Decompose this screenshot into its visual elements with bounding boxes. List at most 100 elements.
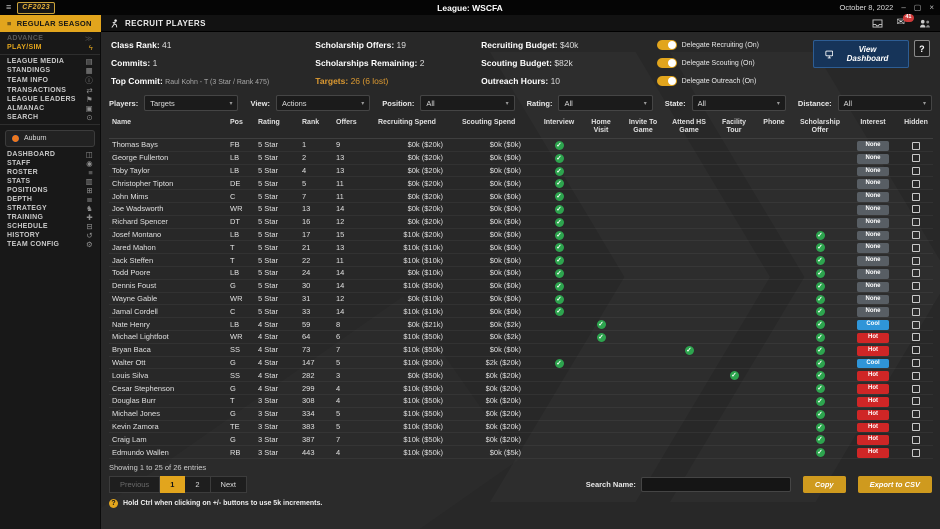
column-header-scholarship-offer[interactable]: Scholarship Offer <box>793 117 847 139</box>
hidden-checkbox[interactable] <box>912 333 920 341</box>
recruit-row[interactable]: Richard SpencerDT5 Star1612$0k ($20k)$0k… <box>109 215 933 228</box>
hidden-checkbox[interactable] <box>912 167 920 175</box>
help-button[interactable]: ? <box>914 40 930 57</box>
hidden-checkbox[interactable] <box>912 269 920 277</box>
column-header-name[interactable]: Name <box>109 117 227 139</box>
sidebar-item-training[interactable]: TRAINING✚ <box>0 213 100 222</box>
users-icon[interactable] <box>919 19 931 28</box>
column-header-recruiting-spend[interactable]: Recruiting Spend <box>375 117 459 139</box>
sidebar-item-stats[interactable]: STATS▥ <box>0 177 100 186</box>
recruit-row[interactable]: Joe WadsworthWR5 Star1314$0k ($20k)$0k (… <box>109 203 933 216</box>
column-header-phone[interactable]: Phone <box>755 117 793 139</box>
delegate-recruiting-on-toggle[interactable] <box>657 40 677 50</box>
sidebar-item-history[interactable]: HISTORY↺ <box>0 231 100 240</box>
recruit-row[interactable]: Dennis FoustG5 Star3014$10k ($50k)$0k ($… <box>109 279 933 292</box>
recruit-row[interactable]: Nate HenryLB4 Star598$0k ($21k)$0k ($2k)… <box>109 318 933 331</box>
sidebar-item-league-leaders[interactable]: LEAGUE LEADERS⚑ <box>0 95 100 104</box>
sidebar-item-advance[interactable]: ADVANCE≫ <box>0 34 100 43</box>
filter-rating-dropdown[interactable]: All▾ <box>558 95 652 111</box>
recruit-row[interactable]: Walter OttG4 Star1475$10k ($50k)$2k ($20… <box>109 356 933 369</box>
minimize-icon[interactable]: – <box>901 4 905 12</box>
hidden-checkbox[interactable] <box>912 436 920 444</box>
hidden-checkbox[interactable] <box>912 385 920 393</box>
recruit-row[interactable]: George FullertonLB5 Star213$0k ($20k)$0k… <box>109 151 933 164</box>
hidden-checkbox[interactable] <box>912 321 920 329</box>
sidebar-item-team-config[interactable]: TEAM CONFIG⚙ <box>0 240 100 249</box>
sidebar-item-staff[interactable]: STAFF◉ <box>0 159 100 168</box>
column-header-home-visit[interactable]: Home Visit <box>581 117 621 139</box>
mail-icon[interactable]: ✉41 <box>897 18 905 28</box>
recruit-row[interactable]: Michael LightfootWR4 Star646$10k ($50k)$… <box>109 331 933 344</box>
team-selector[interactable]: Auburn <box>5 130 95 147</box>
column-header-hidden[interactable]: Hidden <box>899 117 933 139</box>
hidden-checkbox[interactable] <box>912 397 920 405</box>
recruit-row[interactable]: Toby TaylorLB5 Star413$0k ($20k)$0k ($0k… <box>109 164 933 177</box>
hidden-checkbox[interactable] <box>912 295 920 303</box>
hidden-checkbox[interactable] <box>912 154 920 162</box>
recruit-row[interactable]: Cesar StephensonG4 Star2994$10k ($50k)$0… <box>109 382 933 395</box>
hidden-checkbox[interactable] <box>912 193 920 201</box>
filter-position-dropdown[interactable]: All▾ <box>420 95 514 111</box>
close-icon[interactable]: × <box>929 4 934 12</box>
delegate-outreach-on-toggle[interactable] <box>657 76 677 86</box>
hidden-checkbox[interactable] <box>912 308 920 316</box>
hidden-checkbox[interactable] <box>912 231 920 239</box>
hidden-checkbox[interactable] <box>912 372 920 380</box>
hidden-checkbox[interactable] <box>912 423 920 431</box>
recruit-row[interactable]: Christopher TiptonDE5 Star511$0k ($20k)$… <box>109 177 933 190</box>
sidebar-item-depth[interactable]: DEPTH≣ <box>0 195 100 204</box>
sidebar-item-standings[interactable]: STANDINGS▦ <box>0 66 100 75</box>
delegate-scouting-on-toggle[interactable] <box>657 58 677 68</box>
view-dashboard-button[interactable]: View Dashboard <box>813 40 909 68</box>
page-previous-button[interactable]: Previous <box>109 476 160 493</box>
column-header-attend-hs-game[interactable]: Attend HS Game <box>665 117 713 139</box>
sidebar-item-play-sim[interactable]: PLAY/SIMϟ <box>0 43 100 52</box>
recruit-row[interactable]: Douglas BurrT3 Star3084$10k ($50k)$0k ($… <box>109 395 933 408</box>
sidebar-header[interactable]: ≡ REGULAR SEASON <box>0 15 101 32</box>
hidden-checkbox[interactable] <box>912 142 920 150</box>
recruit-row[interactable]: Josef MontanoLB5 Star1715$10k ($20k)$0k … <box>109 228 933 241</box>
column-header-offers[interactable]: Offers <box>333 117 375 139</box>
recruit-row[interactable]: Louis SilvaSS4 Star2823$0k ($50k)$0k ($2… <box>109 369 933 382</box>
recruit-row[interactable]: Edmundo WallenRB3 Star4434$10k ($50k)$0k… <box>109 446 933 459</box>
export-csv-button[interactable]: Export to CSV <box>858 476 932 493</box>
hidden-checkbox[interactable] <box>912 180 920 188</box>
page-1-button[interactable]: 1 <box>160 476 185 493</box>
sidebar-item-almanac[interactable]: ALMANAC▣ <box>0 104 100 113</box>
filter-players-dropdown[interactable]: Targets▾ <box>144 95 238 111</box>
column-header-interview[interactable]: Interview <box>537 117 581 139</box>
column-header-facility-tour[interactable]: Facility Tour <box>713 117 755 139</box>
hidden-checkbox[interactable] <box>912 257 920 265</box>
hidden-checkbox[interactable] <box>912 410 920 418</box>
filter-view-dropdown[interactable]: Actions▾ <box>276 95 370 111</box>
recruit-row[interactable]: Craig LamG3 Star3877$10k ($50k)$0k ($20k… <box>109 433 933 446</box>
recruit-row[interactable]: Jack SteffenT5 Star2211$10k ($10k)$0k ($… <box>109 254 933 267</box>
menu-icon[interactable]: ≡ <box>6 3 11 12</box>
hidden-checkbox[interactable] <box>912 205 920 213</box>
column-header-scouting-spend[interactable]: Scouting Spend <box>459 117 537 139</box>
hidden-checkbox[interactable] <box>912 449 920 457</box>
hidden-checkbox[interactable] <box>912 359 920 367</box>
hidden-checkbox[interactable] <box>912 282 920 290</box>
sidebar-item-strategy[interactable]: STRATEGY♞ <box>0 204 100 213</box>
recruit-row[interactable]: Jared MahonT5 Star2113$10k ($10k)$0k ($0… <box>109 241 933 254</box>
sidebar-item-league-media[interactable]: LEAGUE MEDIA▤ <box>0 57 100 66</box>
recruit-row[interactable]: Jamal CordellC5 Star3314$10k ($10k)$0k (… <box>109 305 933 318</box>
sidebar-item-roster[interactable]: ROSTER≡ <box>0 168 100 177</box>
column-header-rating[interactable]: Rating <box>255 117 299 139</box>
copy-button[interactable]: Copy <box>803 476 846 493</box>
column-header-invite-to-game[interactable]: Invite To Game <box>621 117 665 139</box>
column-header-rank[interactable]: Rank <box>299 117 333 139</box>
column-header-pos[interactable]: Pos <box>227 117 255 139</box>
column-header-interest[interactable]: Interest <box>847 117 899 139</box>
sidebar-item-team-info[interactable]: TEAM INFOⓘ <box>0 75 100 86</box>
hidden-checkbox[interactable] <box>912 346 920 354</box>
inbox-icon[interactable] <box>872 19 883 28</box>
recruit-row[interactable]: Todd PooreLB5 Star2414$0k ($10k)$0k ($0k… <box>109 267 933 280</box>
recruit-row[interactable]: John MimsC5 Star711$0k ($20k)$0k ($0k)✓N… <box>109 190 933 203</box>
recruit-row[interactable]: Bryan BacaSS4 Star737$10k ($50k)$0k ($0k… <box>109 343 933 356</box>
sidebar-item-search[interactable]: SEARCH⊙ <box>0 113 100 122</box>
maximize-icon[interactable]: ▢ <box>914 4 922 12</box>
search-name-input[interactable] <box>641 477 791 492</box>
recruit-row[interactable]: Thomas BaysFB5 Star19$0k ($20k)$0k ($0k)… <box>109 139 933 152</box>
